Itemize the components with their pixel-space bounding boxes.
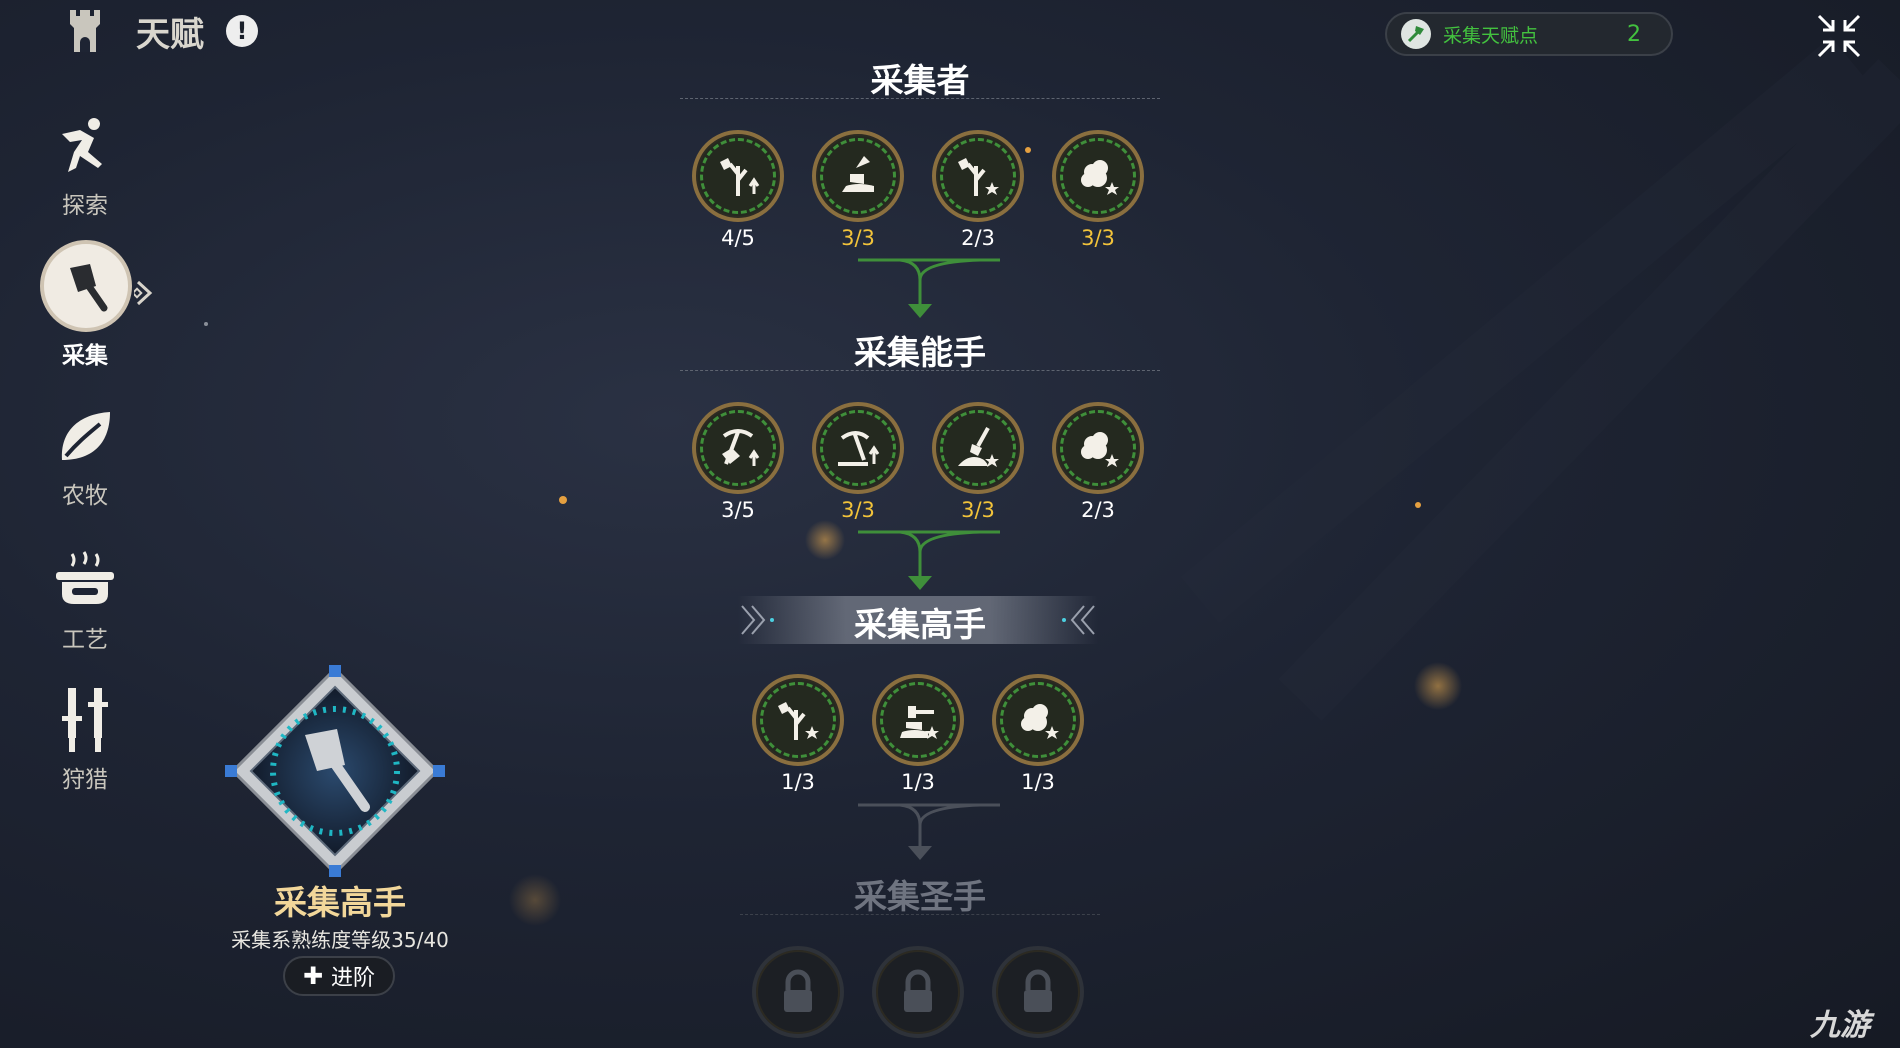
tier-title-3: 采集高手 [854,605,986,644]
tree-axe-star-icon [778,702,819,740]
cotton-star-icon [1081,160,1119,195]
talent-node[interactable]: 1/3 [752,674,844,794]
tier-divider [680,370,1160,372]
talent-node[interactable]: 2/3 [1052,402,1144,522]
tree-axe-star-icon [958,158,999,196]
castle-tower-icon [70,10,100,52]
runner-icon [62,118,102,172]
locked-talent-node [872,946,964,1038]
pickaxe-rock-up-icon [838,431,880,466]
tier-title-2: 采集能手 [854,333,986,372]
talent-node[interactable]: 2/3 [932,130,1024,250]
leaf-icon [61,412,110,460]
plus-icon: ✚ [302,962,324,990]
crossed-swords-icon [62,688,108,752]
talent-node[interactable]: 3/3 [1052,130,1144,250]
proficiency-level: 采集系熟练度等级35/40 [231,928,449,952]
sidebar-item-explore[interactable]: 探索 [40,112,130,220]
rank-emblem [225,665,445,877]
locked-talent-node [752,946,844,1038]
page-title: 天赋 [136,14,204,55]
watermark-logo: 九游 [1810,1008,1870,1043]
exclamation-icon[interactable]: ! [226,15,258,47]
padlock-icon [904,969,932,1012]
talent-node[interactable]: 4/5 [692,130,784,250]
collapse-arrows-icon[interactable] [1815,12,1863,60]
tier-divider [740,914,1100,916]
talent-node[interactable]: 1/3 [872,674,964,794]
tree-axe-up-icon [720,158,760,196]
page-header: 天赋 ! [60,6,258,56]
cotton-star-icon [1081,432,1119,467]
axe-icon [40,240,132,332]
cotton-star-icon [1021,704,1059,739]
active-indicator-icon [134,280,153,306]
talent-node[interactable]: 3/3 [812,402,904,522]
shovel-dirt-star-icon [958,427,999,467]
talent-node[interactable]: 1/3 [992,674,1084,794]
stump-axe-icon [842,156,874,192]
advance-button[interactable]: ✚ 进阶 [283,956,395,996]
rank-title: 采集高手 [274,883,406,922]
talent-points-value: 2 [1627,21,1641,47]
talent-node[interactable]: 3/3 [932,402,1024,522]
padlock-icon [784,969,812,1012]
talent-node[interactable]: 3/5 [692,402,784,522]
talent-points-label: 采集天赋点 [1443,24,1539,47]
sidebar-item-farming[interactable]: 农牧 [40,402,130,510]
locked-talent-node [992,946,1084,1038]
pickaxe-ore-up-icon [722,429,760,466]
tier-title-1: 采集者 [870,61,970,100]
sidebar-item-hunt[interactable]: 狩猎 [40,686,130,794]
stump-sledge-star-icon [900,706,939,739]
padlock-icon [1024,969,1052,1012]
talent-node[interactable]: 3/3 [812,130,904,250]
gather-axe-icon [1401,19,1431,49]
advance-label: 进阶 [331,966,376,991]
tier-divider [680,98,1160,100]
talent-points-counter: 采集天赋点 2 [1385,12,1673,56]
